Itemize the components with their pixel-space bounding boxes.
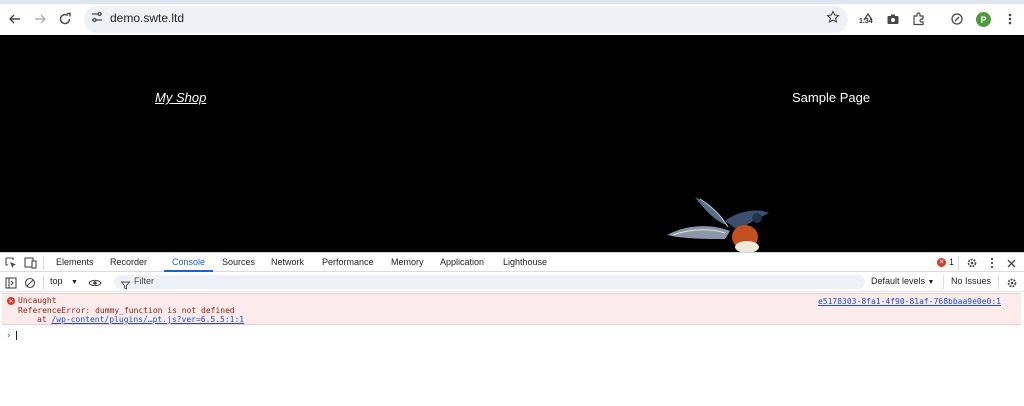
more-vertical-icon xyxy=(1008,13,1012,25)
filterbar-separator xyxy=(43,275,44,289)
bookmark-star-icon[interactable] xyxy=(826,10,840,29)
tab-elements[interactable]: Elements xyxy=(56,257,94,267)
nav-sample-page-link[interactable]: Sample Page xyxy=(792,90,870,105)
tab-lighthouse[interactable]: Lighthouse xyxy=(503,257,547,267)
error-counter[interactable]: ✕ 1 xyxy=(937,257,954,267)
dropdown-caret-icon: ▼ xyxy=(71,279,78,286)
reload-icon xyxy=(59,12,71,25)
stack-prefix: at xyxy=(37,315,52,324)
extension-leaf-icon xyxy=(951,13,963,25)
devtools-tab-bar: Elements Recorder Console Sources Networ… xyxy=(0,252,1024,272)
tab-recorder[interactable]: Recorder xyxy=(110,257,147,267)
live-expression-eye-icon[interactable] xyxy=(88,276,102,294)
filterbar-separator-right xyxy=(943,275,944,289)
browser-menu-button[interactable] xyxy=(999,8,1021,30)
arrow-right-icon xyxy=(35,14,46,24)
tab-network[interactable]: Network xyxy=(271,257,304,267)
screenshot-button[interactable] xyxy=(882,8,904,30)
site-title-link[interactable]: My Shop xyxy=(155,90,206,105)
reload-button[interactable] xyxy=(54,8,76,30)
site-settings-icon[interactable] xyxy=(90,10,104,29)
tabbar-separator-right xyxy=(958,256,959,270)
address-bar[interactable]: demo.swte.ltd xyxy=(84,6,848,33)
camera-icon xyxy=(887,14,899,24)
puzzle-icon xyxy=(913,12,924,26)
console-error-message: ✕ Uncaught ReferenceError: dummy_functio… xyxy=(2,293,1021,325)
error-count-value: 1 xyxy=(949,257,955,267)
error-x-icon: ✕ xyxy=(7,297,15,305)
error-stack-line: at /wp-content/plugins/…pt.js?ver=6.5.5:… xyxy=(37,315,244,324)
error-text: ReferenceError: dummy_function is not de… xyxy=(18,306,235,315)
error-title: Uncaught xyxy=(18,296,57,305)
console-sidebar-icon[interactable] xyxy=(5,276,17,294)
log-levels-label: Default levels xyxy=(871,276,926,286)
error-x-icon: ✕ xyxy=(937,257,946,267)
console-input-caret[interactable] xyxy=(16,331,17,340)
log-levels-dropdown[interactable]: Default levels ▼ xyxy=(871,276,934,286)
issues-counter[interactable]: No Issues xyxy=(951,276,991,286)
tab-sources[interactable]: Sources xyxy=(222,257,255,267)
browser-toolbar: demo.swte.ltd 1.34 P xyxy=(0,4,1024,35)
extensions-button[interactable] xyxy=(908,8,930,30)
zoom-level-label: 1.34 xyxy=(859,18,873,25)
back-button[interactable] xyxy=(4,8,26,30)
filterbar-separator-end xyxy=(998,275,999,289)
arrow-left-icon xyxy=(9,14,20,24)
console-prompt-chevron-icon: › xyxy=(6,331,12,341)
tab-performance[interactable]: Performance xyxy=(322,257,374,267)
extension-button[interactable] xyxy=(946,8,968,30)
tabbar-separator xyxy=(43,256,44,270)
filter-placeholder: Filter xyxy=(134,276,154,286)
tab-memory[interactable]: Memory xyxy=(391,257,424,267)
page-viewport: My Shop Sample Page xyxy=(0,35,1024,252)
bird-illustration xyxy=(667,197,769,252)
console-filter-bar: top ▼ Filter Default levels ▼ No Issues xyxy=(0,272,1024,292)
dropdown-caret-icon: ▼ xyxy=(927,279,935,286)
address-url: demo.swte.ltd xyxy=(110,11,185,25)
console-filter-input[interactable]: Filter xyxy=(114,275,865,290)
tab-console[interactable]: Console xyxy=(172,257,205,267)
context-value: top xyxy=(50,276,63,286)
clear-console-icon[interactable] xyxy=(24,276,36,294)
console-settings-icon[interactable] xyxy=(1006,276,1018,294)
error-source-link[interactable]: e5178303-8fa1-4f90-81af-768bbaa9e0e0:1 xyxy=(818,297,1001,306)
stack-source-link[interactable]: /wp-content/plugins/…pt.js?ver=6.5.5:1:1 xyxy=(51,315,244,324)
tab-application[interactable]: Application xyxy=(440,257,484,267)
context-selector[interactable]: top ▼ xyxy=(50,276,78,286)
forward-button[interactable] xyxy=(29,8,51,30)
profile-avatar[interactable]: P xyxy=(976,12,991,27)
